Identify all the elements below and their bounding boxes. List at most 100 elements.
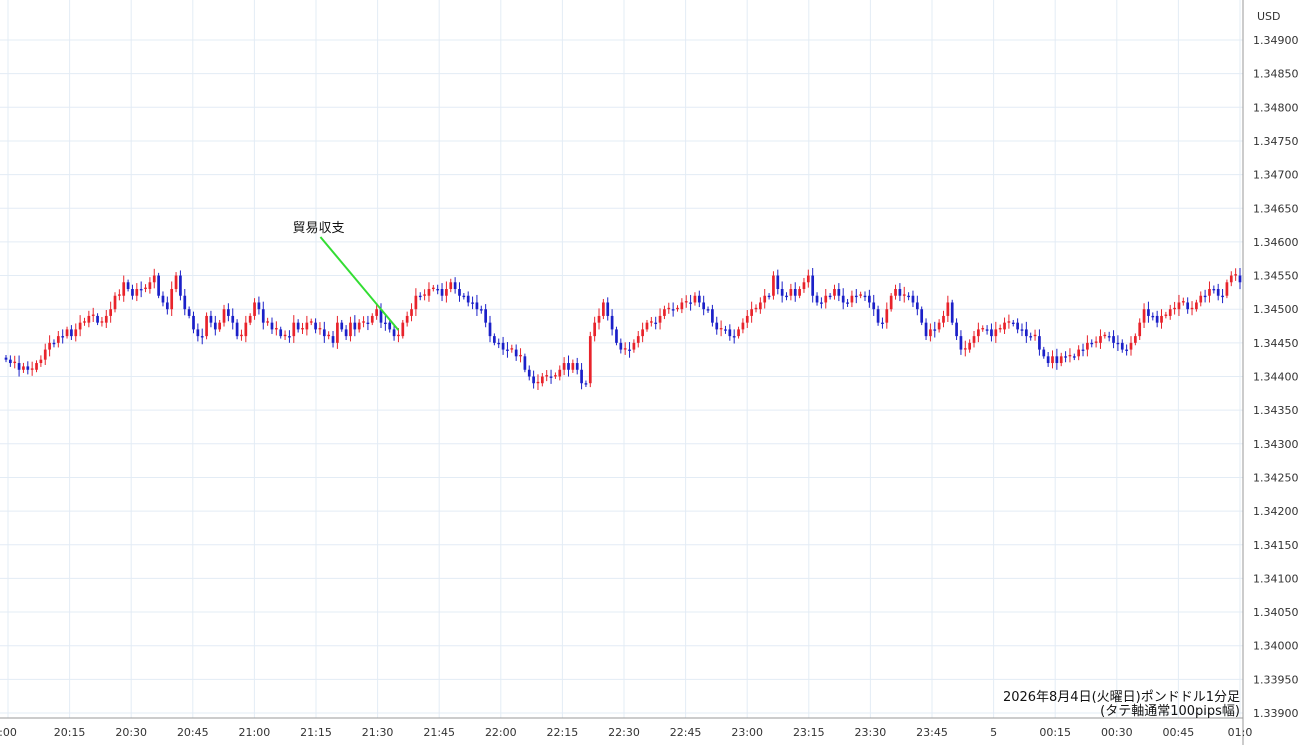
candle-body [366, 322, 370, 325]
candle-body [806, 275, 810, 283]
candle-body [13, 361, 17, 364]
candle-body [1160, 315, 1163, 323]
candle-body [1208, 289, 1211, 296]
candle-body [772, 275, 775, 296]
x-tick-label: 23:45 [916, 726, 948, 739]
candle-body [1238, 275, 1242, 283]
candle-body [894, 289, 897, 296]
candle-body [972, 336, 976, 343]
candle-body [353, 322, 357, 330]
candle-body [911, 295, 915, 303]
candle-body [711, 309, 714, 323]
candle-body [165, 302, 169, 310]
x-tick-label: 22:45 [670, 726, 702, 739]
candle-body [602, 302, 605, 316]
y-tick-label: 1.34550 [1253, 270, 1299, 283]
candle-body [1011, 322, 1015, 325]
candle-body [392, 329, 396, 337]
x-tick-label: 00:15 [1039, 726, 1071, 739]
candle-body [1229, 275, 1233, 283]
candle-body [1199, 295, 1203, 303]
candle-body [532, 376, 535, 384]
candle-body [1068, 354, 1072, 357]
caption-line-1: 2026年8月4日(火曜日)ポンドドル1分足 [1003, 690, 1240, 705]
candle-body [279, 329, 283, 337]
candle-body [375, 309, 378, 316]
candle-body [1024, 329, 1028, 337]
candle-body [793, 289, 797, 296]
candle-body [488, 322, 492, 337]
candle-body [405, 315, 409, 323]
candle-body [322, 329, 326, 337]
candle-body [1212, 289, 1216, 291]
candle-body [331, 336, 335, 343]
candle-body [1072, 356, 1076, 358]
candle-body [693, 295, 697, 303]
x-tick-label: 23:15 [793, 726, 825, 739]
candle-body [506, 349, 509, 351]
candle-body [314, 322, 317, 330]
chart-caption: 2026年8月4日(火曜日)ポンドドル1分足 (タテ軸通常100pips幅) [1003, 690, 1240, 719]
candle-body [479, 309, 483, 311]
candle-body [1138, 322, 1142, 337]
candle-body [663, 309, 666, 316]
candle-body [732, 336, 736, 338]
candle-body [35, 363, 38, 370]
candle-body [109, 309, 113, 316]
candle-body [122, 282, 126, 296]
candle-body [427, 289, 431, 296]
candle-body [841, 295, 845, 303]
candle-body [632, 342, 636, 350]
candle-body [667, 307, 671, 310]
candle-body [475, 302, 479, 310]
candle-body [118, 294, 121, 296]
price-axis[interactable]: 1.34900 1.34850 1.34800 1.34750 1.34700 1.346… [1253, 34, 1299, 720]
candle-body [453, 282, 457, 290]
y-tick-label: 1.34650 [1253, 202, 1299, 215]
candle-body [431, 287, 435, 290]
candle-body [240, 334, 243, 337]
candlestick-series [4, 268, 1242, 391]
candle-body [1029, 336, 1033, 338]
candle-body [527, 369, 531, 377]
candle-body [759, 302, 762, 310]
candle-body [920, 309, 924, 323]
candle-body [135, 289, 139, 296]
candle-body [985, 329, 989, 331]
candle-body [1129, 342, 1133, 350]
candle-body [305, 322, 309, 330]
candle-body [737, 329, 740, 337]
y-tick-label: 1.34400 [1253, 371, 1299, 384]
candle-body [588, 336, 592, 384]
x-tick-label: 00:30 [1101, 726, 1133, 739]
candle-body [65, 329, 69, 337]
candle-body [554, 375, 557, 377]
candle-body [1064, 356, 1067, 358]
candle-body [1090, 342, 1094, 345]
y-tick-label: 1.34450 [1253, 337, 1299, 350]
candle-body [445, 289, 448, 296]
candle-body [1051, 356, 1054, 364]
candle-body [715, 322, 719, 330]
candle-body [1195, 302, 1198, 310]
candle-body [1225, 282, 1229, 296]
candle-body [148, 282, 152, 290]
candle-body [933, 329, 937, 331]
candle-body [192, 315, 195, 330]
candle-body [462, 295, 466, 298]
candle-body [1042, 349, 1046, 357]
x-tick-label: 22:15 [547, 726, 579, 739]
candle-body [915, 302, 919, 310]
candle-body [815, 295, 819, 303]
candle-body [87, 315, 91, 323]
candle-body [1186, 302, 1190, 310]
candle-body [1155, 315, 1159, 323]
candle-body [22, 366, 25, 370]
time-axis[interactable]: :00 20:15 20:30 20:45 21:00 21:15 21:30 21:45 22… [0, 726, 1252, 739]
candle-body [26, 366, 30, 370]
y-tick-label: 1.34900 [1253, 34, 1299, 47]
candle-body [780, 289, 784, 296]
annotation-leader-line [319, 236, 400, 331]
candle-body [283, 334, 287, 337]
candle-body [466, 295, 470, 303]
